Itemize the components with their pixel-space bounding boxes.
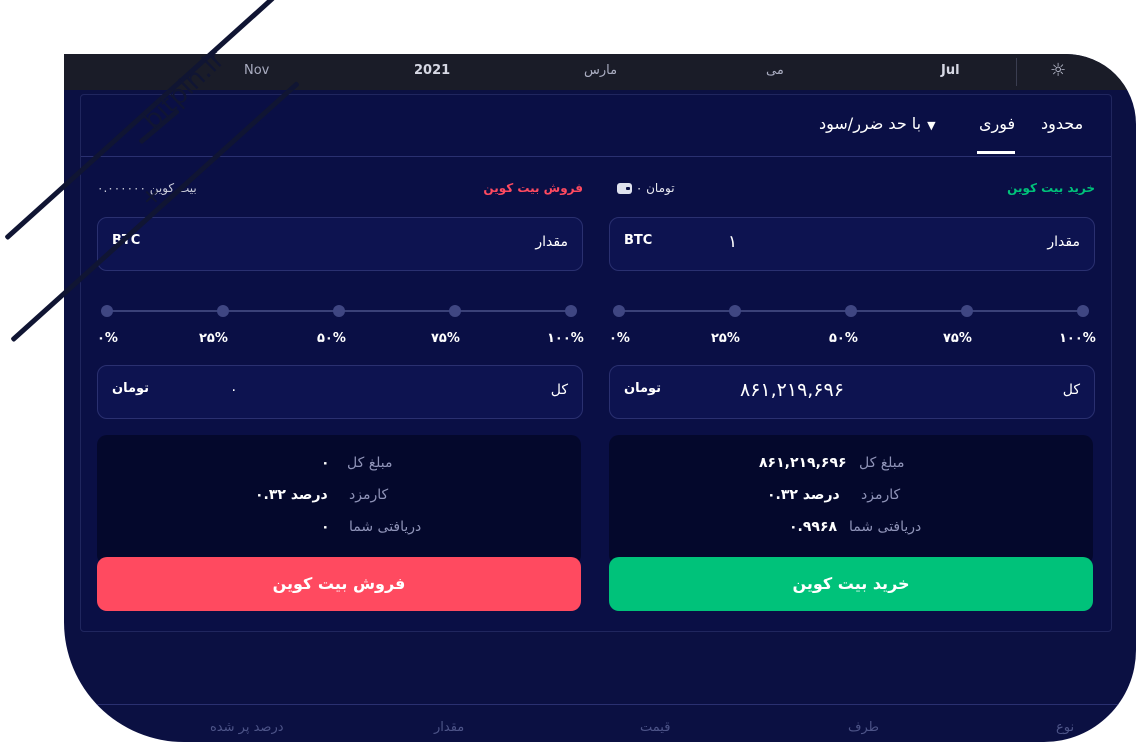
sell-summary: مبلغ کل ۰ کارمزد ۰.۳۲ درصد دریافتی شما ۰ bbox=[97, 435, 581, 565]
summary-fee-value: ۰.۳۲ درصد bbox=[255, 487, 328, 503]
amount-unit: BTC bbox=[624, 233, 653, 248]
bitpin-logo-icon: ✕ bbox=[143, 185, 160, 209]
summary-fee-label: کارمزد bbox=[349, 487, 389, 503]
column-header: درصد پر شده bbox=[210, 720, 284, 735]
column-header: طرف bbox=[848, 720, 879, 735]
divider bbox=[1016, 58, 1017, 86]
summary-fee-value: ۰.۳۲ درصد bbox=[767, 487, 840, 503]
column-header: قیمت bbox=[640, 720, 671, 735]
percent-label[interactable]: ۲۵% bbox=[199, 331, 228, 346]
percent-label[interactable]: ۰% bbox=[609, 331, 630, 346]
summary-fee-label: کارمزد bbox=[861, 487, 901, 503]
percent-label[interactable]: ۲۵% bbox=[711, 331, 740, 346]
time-label: 2021 bbox=[414, 63, 451, 78]
time-label: مارس bbox=[584, 63, 618, 78]
column-header: مقدار bbox=[434, 720, 465, 735]
slider-knob[interactable] bbox=[613, 305, 625, 317]
percent-label[interactable]: ۵۰% bbox=[317, 331, 346, 346]
buy-amount-field[interactable]: مقدار ۱ BTC bbox=[609, 217, 1095, 271]
slider-knob[interactable] bbox=[1077, 305, 1089, 317]
summary-total-label: مبلغ کل bbox=[347, 455, 393, 471]
slider-knob[interactable] bbox=[845, 305, 857, 317]
buy-summary: مبلغ کل ۸۶۱,۲۱۹,۶۹۶ کارمزد ۰.۳۲ درصد دری… bbox=[609, 435, 1093, 565]
summary-receive-label: دریافتی شما bbox=[349, 519, 422, 535]
sell-percent-slider[interactable] bbox=[101, 305, 577, 317]
wallet-icon bbox=[617, 183, 632, 194]
tab-limit[interactable]: محدود bbox=[1041, 114, 1083, 133]
buy-balance: ۰ تومان bbox=[611, 181, 675, 195]
theme-sun-icon[interactable]: ☼ bbox=[1050, 60, 1066, 81]
buy-button[interactable]: خرید بیت کوین bbox=[609, 557, 1093, 611]
summary-receive-value: ۰.۹۹۶۸ bbox=[789, 519, 838, 535]
sell-button[interactable]: فروش بیت کوین bbox=[97, 557, 581, 611]
summary-total-value: ۸۶۱,۲۱۹,۶۹۶ bbox=[759, 455, 847, 471]
amount-label: مقدار bbox=[1047, 234, 1080, 250]
slider-knob[interactable] bbox=[101, 305, 113, 317]
sell-total-field[interactable]: کل ۰ تومان bbox=[97, 365, 583, 419]
tab-instant[interactable]: فوری bbox=[979, 114, 1015, 133]
summary-total-value: ۰ bbox=[321, 455, 330, 471]
app-frame: Nov 2021 مارس می Jul ☼ محدود فوری با حد … bbox=[64, 54, 1136, 742]
buy-amount-input[interactable]: ۱ bbox=[728, 232, 737, 252]
percent-label[interactable]: ۷۵% bbox=[431, 331, 460, 346]
percent-label[interactable]: ۱۰۰% bbox=[547, 331, 584, 346]
slider-knob[interactable] bbox=[217, 305, 229, 317]
sell-total-input[interactable]: ۰ bbox=[230, 382, 238, 398]
total-label: کل bbox=[550, 382, 568, 398]
slider-knob[interactable] bbox=[961, 305, 973, 317]
amount-label: مقدار bbox=[535, 234, 568, 250]
slider-knob[interactable] bbox=[333, 305, 345, 317]
active-tab-indicator bbox=[977, 151, 1015, 154]
summary-total-label: مبلغ کل bbox=[859, 455, 905, 471]
time-label: می bbox=[766, 63, 784, 78]
caret-down-icon: ▼ bbox=[927, 119, 936, 132]
divider bbox=[64, 704, 1136, 705]
time-label: Nov bbox=[244, 63, 270, 78]
percent-label[interactable]: ۷۵% bbox=[943, 331, 972, 346]
slider-knob[interactable] bbox=[565, 305, 577, 317]
sell-title: فروش بیت کوین bbox=[483, 181, 583, 195]
buy-balance-value: ۰ تومان bbox=[635, 181, 675, 195]
buy-total-input[interactable]: ۸۶۱,۲۱۹,۶۹۶ bbox=[740, 379, 844, 401]
total-unit: تومان bbox=[624, 381, 662, 396]
trade-panel: محدود فوری با حد ضرر/سود ▼ خرید بیت کوین … bbox=[80, 94, 1112, 632]
buy-percent-slider[interactable] bbox=[613, 305, 1089, 317]
percent-label[interactable]: ۰% bbox=[97, 331, 118, 346]
slider-knob[interactable] bbox=[449, 305, 461, 317]
summary-receive-value: ۰ bbox=[321, 519, 330, 535]
percent-label[interactable]: ۱۰۰% bbox=[1059, 331, 1096, 346]
buy-total-field[interactable]: کل ۸۶۱,۲۱۹,۶۹۶ تومان bbox=[609, 365, 1095, 419]
slider-knob[interactable] bbox=[729, 305, 741, 317]
divider bbox=[81, 156, 1111, 157]
total-label: کل bbox=[1062, 382, 1080, 398]
summary-receive-label: دریافتی شما bbox=[849, 519, 922, 535]
total-unit: تومان bbox=[112, 381, 150, 396]
buy-title: خرید بیت کوین bbox=[1007, 181, 1095, 195]
column-header: نوع bbox=[1056, 720, 1075, 735]
tab-stop[interactable]: با حد ضرر/سود ▼ bbox=[819, 114, 936, 133]
tab-stop-label: با حد ضرر/سود bbox=[819, 114, 922, 133]
percent-label[interactable]: ۵۰% bbox=[829, 331, 858, 346]
sell-amount-field[interactable]: مقدار BTC bbox=[97, 217, 583, 271]
time-label: Jul bbox=[941, 63, 960, 78]
